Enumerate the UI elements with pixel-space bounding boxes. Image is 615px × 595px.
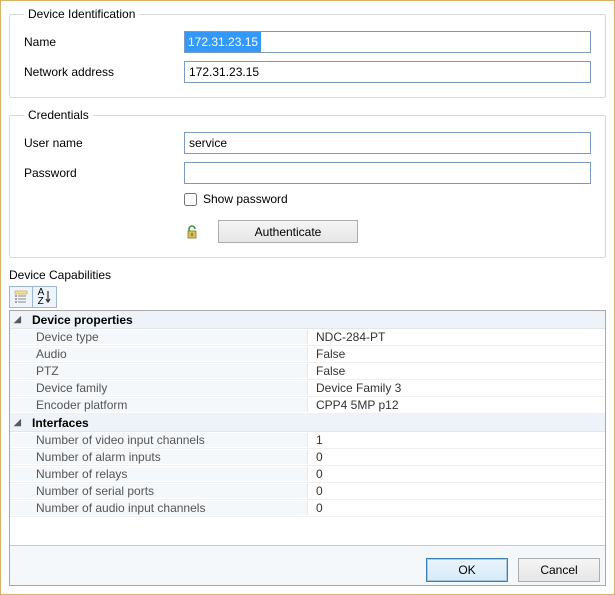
property-name: Number of relays — [10, 467, 308, 481]
property-name: Device type — [10, 330, 308, 344]
name-label: Name — [24, 35, 184, 49]
password-label: Password — [24, 166, 184, 180]
property-row[interactable]: AudioFalse — [10, 346, 605, 363]
property-value: CPP4 5MP p12 — [308, 398, 605, 412]
username-label: User name — [24, 136, 184, 150]
category-label: Interfaces — [32, 416, 89, 430]
property-grid: ◢ Device properties Device typeNDC-284-P… — [9, 310, 606, 586]
property-row[interactable]: Encoder platformCPP4 5MP p12 — [10, 397, 605, 414]
cancel-button[interactable]: Cancel — [518, 558, 600, 582]
show-password-checkbox[interactable] — [184, 193, 197, 206]
property-row[interactable]: Number of relays0 — [10, 466, 605, 483]
show-password-label: Show password — [203, 192, 288, 206]
property-row[interactable]: Device typeNDC-284-PT — [10, 329, 605, 346]
expand-icon: ◢ — [14, 314, 26, 325]
property-value: False — [308, 347, 605, 361]
property-row[interactable]: Number of audio input channels0 — [10, 500, 605, 517]
property-value: 0 — [308, 467, 605, 481]
expand-icon: ◢ — [14, 417, 26, 428]
property-value: 1 — [308, 433, 605, 447]
password-input[interactable] — [184, 162, 591, 184]
credentials-group: Credentials User name Password Show pass… — [9, 108, 606, 258]
property-value: NDC-284-PT — [308, 330, 605, 344]
arrow-down-icon — [45, 290, 51, 304]
alphabetical-view-button[interactable]: AZ — [33, 286, 57, 308]
name-input[interactable] — [184, 31, 591, 53]
property-value: 0 — [308, 484, 605, 498]
authenticate-button[interactable]: Authenticate — [218, 220, 358, 243]
property-grid-spacer — [10, 517, 605, 545]
username-input[interactable] — [184, 132, 591, 154]
az-icon: AZ — [38, 288, 45, 306]
property-name: Number of audio input channels — [10, 501, 308, 515]
property-row[interactable]: Device familyDevice Family 3 — [10, 380, 605, 397]
property-value: 0 — [308, 501, 605, 515]
property-value: 0 — [308, 450, 605, 464]
property-row[interactable]: PTZFalse — [10, 363, 605, 380]
ok-button[interactable]: OK — [426, 558, 508, 582]
categorized-view-button[interactable] — [9, 286, 33, 308]
property-name: PTZ — [10, 364, 308, 378]
credentials-legend: Credentials — [24, 108, 93, 122]
property-name: Number of video input channels — [10, 433, 308, 447]
categorized-icon — [14, 290, 28, 304]
network-address-label: Network address — [24, 65, 184, 79]
device-identification-legend: Device Identification — [24, 7, 139, 21]
property-name: Number of alarm inputs — [10, 450, 308, 464]
category-device-properties[interactable]: ◢ Device properties — [10, 311, 605, 329]
property-name: Number of serial ports — [10, 484, 308, 498]
property-value: False — [308, 364, 605, 378]
property-name: Encoder platform — [10, 398, 308, 412]
device-capabilities-title: Device Capabilities — [9, 268, 606, 282]
property-row[interactable]: Number of alarm inputs0 — [10, 449, 605, 466]
device-identification-group: Device Identification Name 172.31.23.15 … — [9, 7, 606, 98]
property-row[interactable]: Number of video input channels1 — [10, 432, 605, 449]
network-address-input[interactable] — [184, 61, 591, 83]
category-interfaces[interactable]: ◢ Interfaces — [10, 414, 605, 432]
property-name: Audio — [10, 347, 308, 361]
property-name: Device family — [10, 381, 308, 395]
property-value: Device Family 3 — [308, 381, 605, 395]
unlock-icon — [184, 224, 200, 240]
property-row[interactable]: Number of serial ports0 — [10, 483, 605, 500]
category-label: Device properties — [32, 313, 133, 327]
